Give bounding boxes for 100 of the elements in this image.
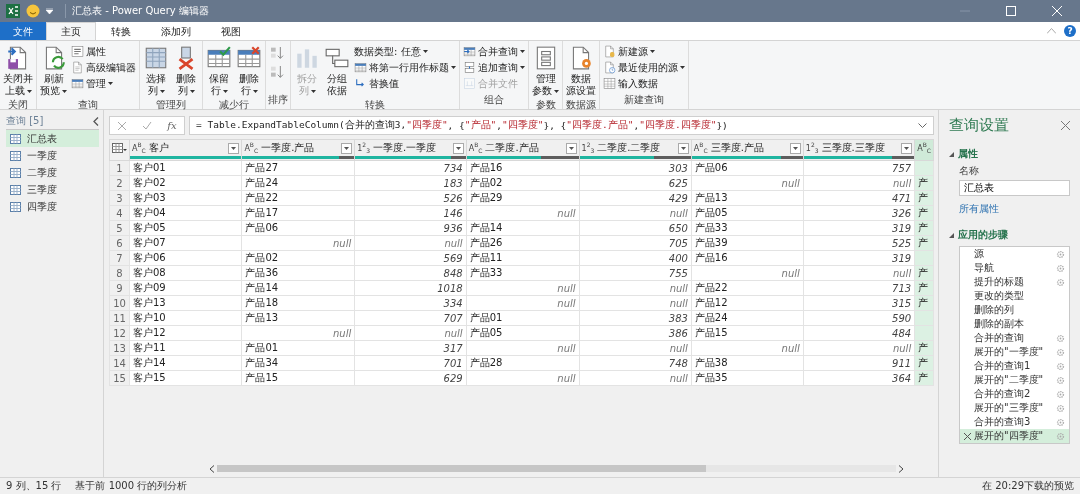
ribbon-button[interactable]: 输入数据 xyxy=(602,76,686,91)
all-properties-link[interactable]: 所有属性 xyxy=(959,202,999,216)
applied-step[interactable]: 删除的列 xyxy=(960,303,1069,317)
gear-icon[interactable] xyxy=(1056,361,1065,371)
table-cell: 客户15 xyxy=(129,370,242,386)
applied-step[interactable]: 合并的查询2 xyxy=(960,387,1069,401)
applied-step[interactable]: 展开的"二季度" xyxy=(960,373,1069,387)
table-cell: 产品16 xyxy=(466,160,580,176)
table-cell: 产品36 xyxy=(241,265,355,281)
column-header[interactable]: 1$^{2}$$_{3}$ 一季度.一季度 xyxy=(354,139,467,161)
filter-button[interactable] xyxy=(228,142,240,154)
scroll-left-icon[interactable] xyxy=(209,464,215,473)
gear-icon[interactable] xyxy=(1056,403,1065,413)
delete-icon[interactable] xyxy=(964,432,971,440)
check-icon[interactable] xyxy=(142,120,153,131)
collapse-icon[interactable] xyxy=(93,116,99,126)
query-item[interactable]: 一季度 xyxy=(6,147,99,164)
column-header[interactable]: A$^{B}$$_{C}$ 二季度.产品 xyxy=(466,139,580,161)
applied-step[interactable]: 源 xyxy=(960,247,1069,261)
ribbon-button[interactable]: 替换值 xyxy=(353,76,457,91)
collapse-triangle-icon[interactable] xyxy=(949,151,954,157)
ribbon-tab[interactable]: 转换 xyxy=(96,22,146,40)
table-cell: 911 xyxy=(803,355,915,371)
gear-icon[interactable] xyxy=(1056,389,1065,399)
gear-icon[interactable] xyxy=(1056,333,1065,343)
applied-step[interactable]: 展开的"三季度" xyxy=(960,401,1069,415)
filter-button[interactable] xyxy=(789,142,801,154)
collapse-ribbon-icon[interactable] xyxy=(1047,28,1056,34)
query-item[interactable]: 二季度 xyxy=(6,164,99,181)
applied-step[interactable]: 展开的"一季度" xyxy=(960,345,1069,359)
applied-step[interactable]: 合并的查询 xyxy=(960,331,1069,345)
ribbon-button[interactable]: 管理 xyxy=(70,76,137,91)
ribbon-button[interactable]: 管理 参数 xyxy=(531,44,560,98)
ribbon-button[interactable]: 数据类型: 任意 xyxy=(353,44,457,59)
ribbon-button[interactable]: 关闭并 上载 xyxy=(2,44,34,98)
ribbon-button[interactable]: 数据 源设置 xyxy=(565,44,597,98)
applied-step[interactable]: 更改的类型 xyxy=(960,289,1069,303)
ribbon-button[interactable]: 追加查询 xyxy=(462,60,526,75)
applied-step[interactable]: 删除的副本 xyxy=(960,317,1069,331)
ribbon-button[interactable]: 将第一行用作标题 xyxy=(353,60,457,75)
ribbon-button[interactable]: 分组 依据 xyxy=(323,44,351,98)
column-header[interactable]: A$^{B}$$_{C}$ 三季度.产品 xyxy=(691,139,804,161)
ribbon-button[interactable]: 属性 xyxy=(70,44,137,59)
gear-icon[interactable] xyxy=(1056,263,1065,273)
maximize-icon[interactable] xyxy=(1006,6,1016,16)
column-header[interactable]: A$^{B}$$_{C}$ 客户 xyxy=(129,139,242,161)
ribbon-tab[interactable]: 文件 xyxy=(0,22,46,40)
ribbon-button[interactable]: 最近使用的源 xyxy=(602,60,686,75)
applied-step[interactable]: 合并的查询3 xyxy=(960,415,1069,429)
help-button[interactable]: ? xyxy=(1064,25,1076,37)
collapse-triangle-icon[interactable] xyxy=(949,232,954,238)
query-item[interactable]: 三季度 xyxy=(6,181,99,198)
sort-button[interactable] xyxy=(268,44,286,62)
gear-icon[interactable] xyxy=(1056,277,1065,287)
ribbon-button[interactable]: 合并查询 xyxy=(462,44,526,59)
column-header[interactable]: 1$^{2}$$_{3}$ 二季度.二季度 xyxy=(579,139,692,161)
expand-icon[interactable] xyxy=(918,122,927,129)
gear-icon[interactable] xyxy=(1056,375,1065,385)
filter-button[interactable] xyxy=(565,142,577,154)
column-header[interactable]: 1$^{2}$$_{3}$ 三季度.三季度 xyxy=(803,139,915,161)
gear-icon[interactable] xyxy=(1056,347,1065,357)
scroll-right-icon[interactable] xyxy=(898,464,904,473)
function-button[interactable]: fx xyxy=(167,120,177,131)
ribbon-button[interactable]: 删除 行 xyxy=(235,44,263,98)
close-icon[interactable] xyxy=(1061,121,1070,130)
filter-button[interactable] xyxy=(901,142,913,154)
null-cell: null xyxy=(691,175,804,191)
ribbon-tab[interactable]: 添加列 xyxy=(146,22,206,40)
formula-field[interactable]: = Table.ExpandTableColumn(合并的查询3,"四季度", {"产品","四季度"}, {"四季度.产品","四季度.四季度"}) xyxy=(189,116,934,135)
ribbon-button[interactable]: 删除 列 xyxy=(172,44,200,98)
filter-button[interactable] xyxy=(341,142,353,154)
ribbon-tab[interactable]: 视图 xyxy=(206,22,256,40)
filter-button[interactable] xyxy=(452,142,464,154)
applied-step[interactable]: 提升的标题 xyxy=(960,275,1069,289)
ribbon-button[interactable]: 选择 列 xyxy=(142,44,170,98)
query-item[interactable]: 四季度 xyxy=(6,198,99,215)
ribbon-tab[interactable]: 主页 xyxy=(46,22,96,40)
applied-step[interactable]: 合并的查询1 xyxy=(960,359,1069,373)
ribbon-button[interactable]: 高级编辑器 xyxy=(70,60,137,75)
table-cell: 客户09 xyxy=(129,280,242,296)
null-cell: null xyxy=(579,280,692,296)
ribbon-button[interactable]: 刷新 预览 xyxy=(39,44,68,98)
gear-icon[interactable] xyxy=(1056,417,1065,427)
query-item[interactable]: 汇总表 xyxy=(6,130,99,147)
filter-button[interactable] xyxy=(677,142,689,154)
cancel-icon[interactable] xyxy=(117,120,128,131)
horizontal-scrollbar[interactable] xyxy=(217,465,896,472)
applied-step[interactable]: 展开的"四季度" xyxy=(960,429,1069,443)
gear-icon[interactable] xyxy=(1056,249,1065,259)
ribbon-button[interactable]: 新建源 xyxy=(602,44,686,59)
table-icon xyxy=(10,184,21,195)
applied-step[interactable]: 导航 xyxy=(960,261,1069,275)
table-menu-icon[interactable] xyxy=(112,143,127,153)
ribbon-button[interactable]: 保留 行 xyxy=(205,44,233,98)
null-cell: null xyxy=(803,175,915,191)
column-header[interactable]: A$^{B}$$_{C}$ 一季度.产品 xyxy=(241,139,355,161)
dropdown-icon[interactable] xyxy=(46,8,53,14)
smiley-icon[interactable] xyxy=(26,4,40,18)
name-field[interactable]: 汇总表 xyxy=(959,180,1070,196)
sort-button[interactable] xyxy=(268,63,286,81)
